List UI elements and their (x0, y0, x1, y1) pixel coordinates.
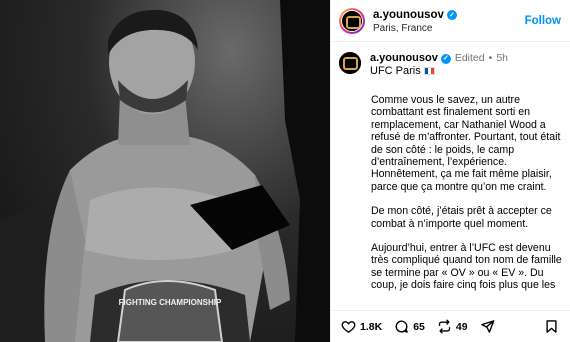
comment-icon (395, 320, 408, 333)
bookmark-icon (546, 320, 557, 333)
caption-title: UFC Paris (370, 65, 421, 77)
post-side-panel: a.younousov ✓ Paris, France Follow a.you… (330, 0, 570, 342)
header-text: a.younousov ✓ Paris, France (373, 7, 525, 35)
france-flag-icon (423, 67, 435, 75)
send-button[interactable] (480, 319, 499, 334)
post-header: a.younousov ✓ Paris, France Follow (331, 0, 570, 42)
send-icon (480, 320, 494, 333)
share-button[interactable]: 49 (437, 319, 468, 334)
header-username[interactable]: a.younousov ✓ (373, 9, 457, 22)
post-photo[interactable]: FIGHTING CHAMPIONSHIP (0, 0, 330, 342)
post-time[interactable]: 5h (496, 52, 508, 65)
profile-avatar[interactable] (339, 7, 365, 34)
caption-paragraph: Aujourd’hui, entrer à l’UFC est devenu t… (371, 242, 562, 292)
heart-icon (341, 321, 356, 333)
likes-count: 1.8K (360, 320, 383, 333)
caption-meta-row: a.younousov ✓ Edited • 5h (370, 52, 508, 65)
verified-icon: ✓ (446, 10, 457, 20)
caption-meta: a.younousov ✓ Edited • 5h UFC Paris (370, 52, 508, 78)
location-link[interactable]: Paris, France (373, 22, 525, 35)
username-text[interactable]: a.younousov (373, 9, 444, 22)
edited-label: Edited (454, 52, 485, 64)
caption-header: a.younousov ✓ Edited • 5h UFC Paris (339, 52, 508, 78)
comments-count: 65 (413, 320, 425, 333)
dot-separator: • (488, 52, 493, 64)
caption-username-text[interactable]: a.younousov (370, 52, 438, 65)
caption-body: Comme vous le savez, un autre combattant… (371, 94, 567, 302)
instagram-post: FIGHTING CHAMPIONSHIP a.younousov ✓ Pari… (0, 0, 570, 342)
follow-button[interactable]: Follow (525, 15, 561, 27)
verified-icon: ✓ (440, 53, 451, 64)
fighter-photo: FIGHTING CHAMPIONSHIP (0, 0, 330, 342)
like-button[interactable]: 1.8K (341, 319, 382, 334)
save-button[interactable] (544, 319, 563, 334)
belt-text: FIGHTING CHAMPIONSHIP (119, 298, 222, 307)
caption-title-row: UFC Paris (370, 65, 508, 78)
caption-avatar[interactable] (339, 52, 361, 74)
caption-paragraph: Comme vous le savez, un autre combattant… (371, 94, 561, 193)
caption-username[interactable]: a.younousov ✓ (370, 52, 451, 65)
caption-paragraph: De mon côté, j’étais prêt à accepter ce … (371, 205, 552, 230)
repost-icon (438, 319, 451, 334)
action-bar: 1.8K 65 49 (331, 310, 570, 342)
comment-button[interactable]: 65 (394, 319, 425, 334)
shares-count: 49 (455, 320, 468, 333)
